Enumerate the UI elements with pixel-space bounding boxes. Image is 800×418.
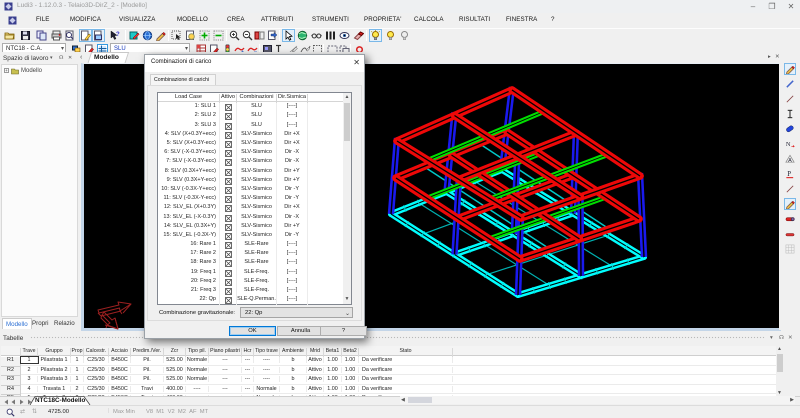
- svg-text:N: N: [786, 141, 791, 148]
- svg-text:P: P: [787, 171, 791, 178]
- svg-text:A: A: [788, 158, 792, 164]
